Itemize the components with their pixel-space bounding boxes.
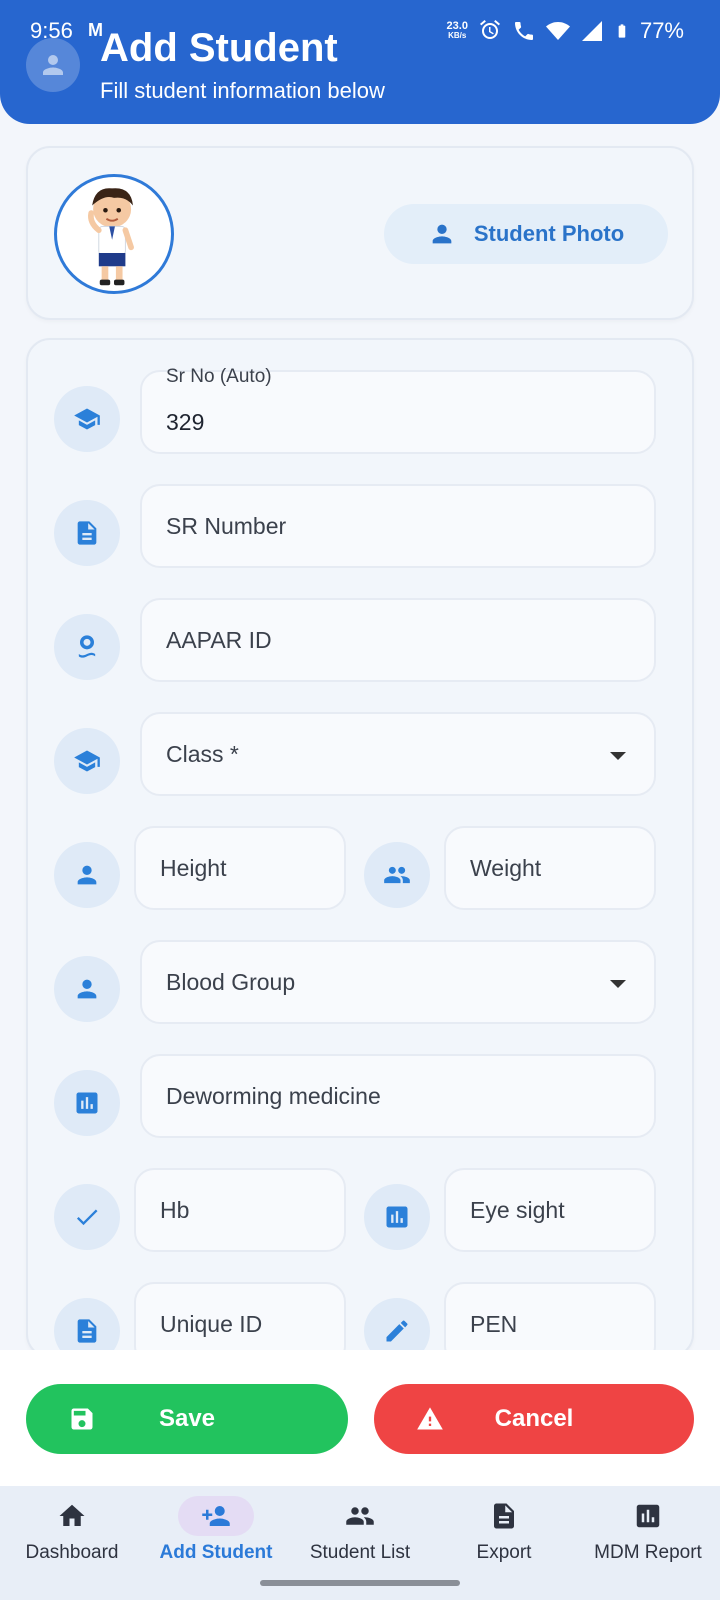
person-icon: [54, 956, 120, 1022]
document-icon: [494, 1503, 514, 1529]
alarm-icon: [479, 20, 500, 39]
bar-chart-icon: [54, 1070, 120, 1136]
header-avatar[interactable]: [26, 38, 80, 92]
student-form-card: Sr No (Auto) 329 SR Number AAPAR ID Clas…: [26, 338, 694, 1358]
battery-icon: [618, 24, 626, 38]
student-photo-label: Student Photo: [473, 221, 625, 246]
nav-label: Add Student: [159, 1542, 273, 1563]
warning-icon: [417, 1407, 443, 1430]
battery-percent: 77%: [639, 18, 684, 43]
aapar-id-placeholder: AAPAR ID: [166, 626, 272, 653]
home-indicator[interactable]: [260, 1580, 460, 1586]
save-button[interactable]: Save: [26, 1384, 348, 1454]
sr-no-field[interactable]: Sr No (Auto) 329: [140, 366, 656, 454]
check-icon: [54, 1184, 120, 1250]
nav-add-student[interactable]: Add Student: [144, 1486, 288, 1586]
school-icon: [54, 386, 120, 452]
eye-sight-input[interactable]: Eye sight: [444, 1168, 656, 1252]
person-icon: [54, 842, 120, 908]
cancel-label: Cancel: [494, 1405, 574, 1432]
height-placeholder: Height: [160, 854, 227, 881]
height-input[interactable]: Height: [134, 826, 346, 910]
badge-icon: [54, 614, 120, 680]
person-icon: [43, 55, 63, 75]
group-icon: [364, 842, 430, 908]
blood-group-select[interactable]: Blood Group: [140, 940, 656, 1024]
save-icon: [71, 1408, 93, 1430]
bar-chart-icon: [364, 1184, 430, 1250]
status-icons: 23.0 KB/s 77%: [447, 18, 684, 44]
nav-student-list[interactable]: Student List: [288, 1486, 432, 1586]
document-icon: [54, 500, 120, 566]
deworming-input[interactable]: Deworming medicine: [140, 1054, 656, 1138]
cancel-button[interactable]: Cancel: [374, 1384, 694, 1454]
nav-label: MDM Report: [594, 1542, 702, 1563]
weight-input[interactable]: Weight: [444, 826, 656, 910]
nav-label: Student List: [309, 1542, 411, 1563]
dropdown-caret-icon: [610, 980, 626, 988]
home-icon: [59, 1504, 85, 1526]
pen-placeholder: PEN: [470, 1310, 518, 1337]
group-icon: [346, 1507, 374, 1525]
deworming-placeholder: Deworming medicine: [166, 1082, 381, 1109]
blood-group-placeholder: Blood Group: [166, 968, 296, 995]
nav-export[interactable]: Export: [432, 1486, 576, 1586]
class-placeholder: Class *: [166, 740, 239, 767]
unique-id-placeholder: Unique ID: [160, 1310, 263, 1337]
sr-no-value: 329: [166, 408, 205, 435]
page-subtitle: Fill student information below: [100, 78, 385, 103]
wifi-icon: [545, 22, 570, 40]
save-label: Save: [158, 1405, 216, 1432]
class-select[interactable]: Class *: [140, 712, 656, 796]
eye-sight-placeholder: Eye sight: [470, 1196, 565, 1223]
nav-label: Export: [476, 1542, 532, 1563]
page-title: Add Student: [100, 26, 338, 70]
person-add-icon: [202, 1506, 230, 1526]
wifi-call-icon: [514, 22, 533, 40]
photo-card: Student Photo: [26, 146, 694, 320]
pencil-icon: [364, 1298, 430, 1356]
weight-placeholder: Weight: [470, 854, 542, 881]
unique-id-input[interactable]: Unique ID: [134, 1282, 346, 1356]
dropdown-caret-icon: [610, 752, 626, 760]
hb-input[interactable]: Hb: [134, 1168, 346, 1252]
school-icon: [54, 728, 120, 794]
signal-icon: [581, 21, 602, 41]
sr-number-placeholder: SR Number: [166, 512, 287, 539]
bar-chart-icon: [636, 1504, 660, 1528]
document-icon: [54, 1298, 120, 1356]
aapar-id-input[interactable]: AAPAR ID: [140, 598, 656, 682]
app-header: 9:56 M 23.0 KB/s 77% Add Student Fill st…: [0, 0, 720, 124]
student-photo[interactable]: [54, 174, 174, 294]
student-cartoon-illustration: [88, 188, 134, 286]
nav-dashboard[interactable]: Dashboard: [0, 1486, 144, 1586]
action-bar: Save Cancel: [0, 1350, 720, 1486]
pen-input[interactable]: PEN: [444, 1282, 656, 1356]
nav-mdm-report[interactable]: MDM Report: [576, 1486, 720, 1586]
sr-no-label: Sr No (Auto): [166, 366, 272, 387]
sr-number-input[interactable]: SR Number: [140, 484, 656, 568]
nav-label: Dashboard: [25, 1542, 119, 1563]
net-speed: 23.0 KB/s: [446, 20, 468, 41]
student-photo-button[interactable]: Student Photo: [384, 204, 668, 264]
hb-placeholder: Hb: [160, 1196, 190, 1223]
person-icon: [432, 224, 452, 244]
